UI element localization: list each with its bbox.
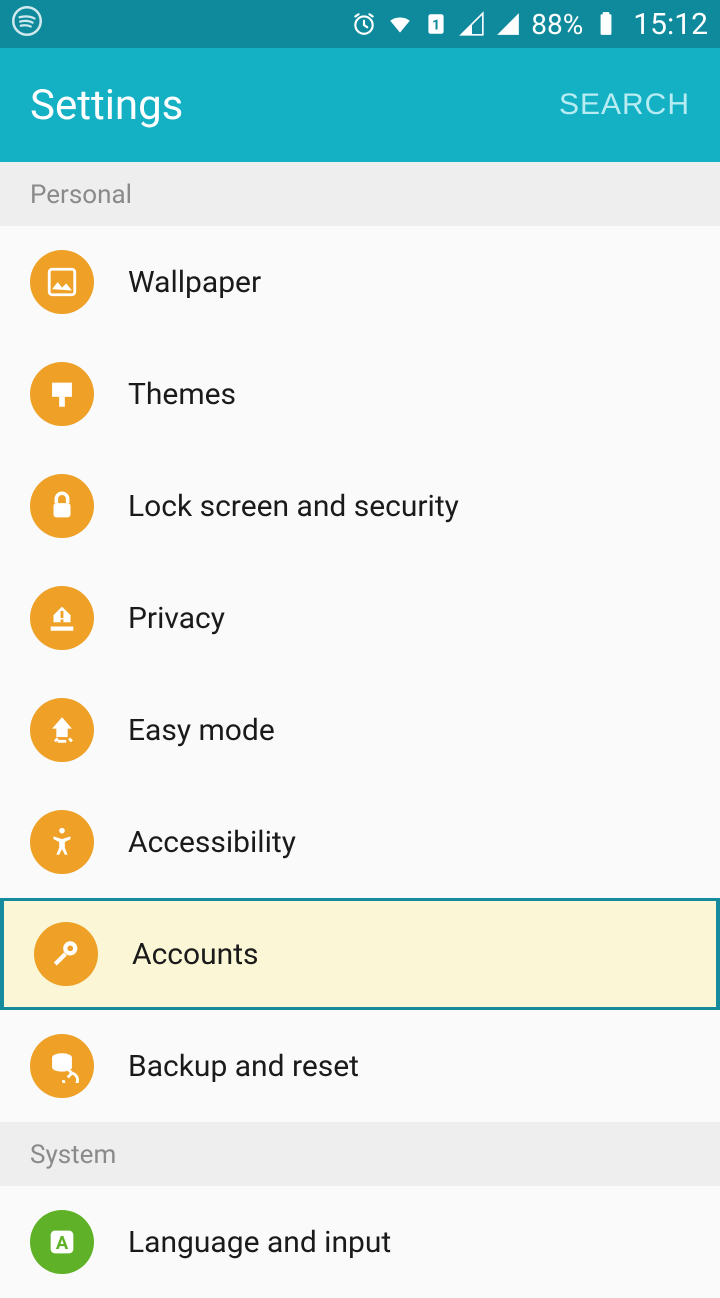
list-item-label: Backup and reset <box>128 1049 359 1084</box>
list-item-label: Accounts <box>132 937 259 972</box>
list-item-wallpaper[interactable]: Wallpaper <box>0 226 720 338</box>
alarm-icon <box>351 11 377 37</box>
accessibility-icon <box>30 810 94 874</box>
status-bar: 1 88% 15:12 <box>0 0 720 48</box>
battery-icon <box>593 11 619 37</box>
list-item-label: Privacy <box>128 601 225 636</box>
list-item-label: Lock screen and security <box>128 489 459 524</box>
list-item-privacy[interactable]: Privacy <box>0 562 720 674</box>
wifi-icon <box>387 11 413 37</box>
signal1-icon <box>459 11 485 37</box>
section-header-system: System <box>0 1122 720 1186</box>
sim1-icon: 1 <box>423 11 449 37</box>
language-icon: A <box>30 1210 94 1274</box>
battery-percentage: 88% <box>531 8 583 41</box>
section-header-personal: Personal <box>0 162 720 226</box>
list-item-backup-reset[interactable]: Backup and reset <box>0 1010 720 1122</box>
list-item-themes[interactable]: Themes <box>0 338 720 450</box>
status-clock: 15:12 <box>633 7 708 42</box>
backup-icon <box>30 1034 94 1098</box>
list-item-label: Themes <box>128 377 236 412</box>
privacy-icon <box>30 586 94 650</box>
themes-icon <box>30 362 94 426</box>
svg-text:A: A <box>56 1233 69 1254</box>
app-bar: Settings SEARCH <box>0 48 720 162</box>
list-item-easy-mode[interactable]: Easy mode <box>0 674 720 786</box>
signal2-icon <box>495 11 521 37</box>
list-item-accessibility[interactable]: Accessibility <box>0 786 720 898</box>
list-item-label: Language and input <box>128 1225 391 1260</box>
accounts-icon <box>34 922 98 986</box>
settings-list: Personal Wallpaper Themes Lock screen an… <box>0 162 720 1298</box>
easy-mode-icon <box>30 698 94 762</box>
lock-icon <box>30 474 94 538</box>
svg-text:1: 1 <box>432 17 440 33</box>
page-title: Settings <box>30 81 183 130</box>
list-item-label: Easy mode <box>128 713 275 748</box>
list-item-lock-security[interactable]: Lock screen and security <box>0 450 720 562</box>
search-button[interactable]: SEARCH <box>559 88 690 122</box>
list-item-label: Wallpaper <box>128 265 261 300</box>
list-item-label: Accessibility <box>128 825 296 860</box>
list-item-accounts[interactable]: Accounts <box>0 898 720 1010</box>
list-item-language-input[interactable]: A Language and input <box>0 1186 720 1298</box>
wallpaper-icon <box>30 250 94 314</box>
spotify-icon <box>12 6 42 43</box>
